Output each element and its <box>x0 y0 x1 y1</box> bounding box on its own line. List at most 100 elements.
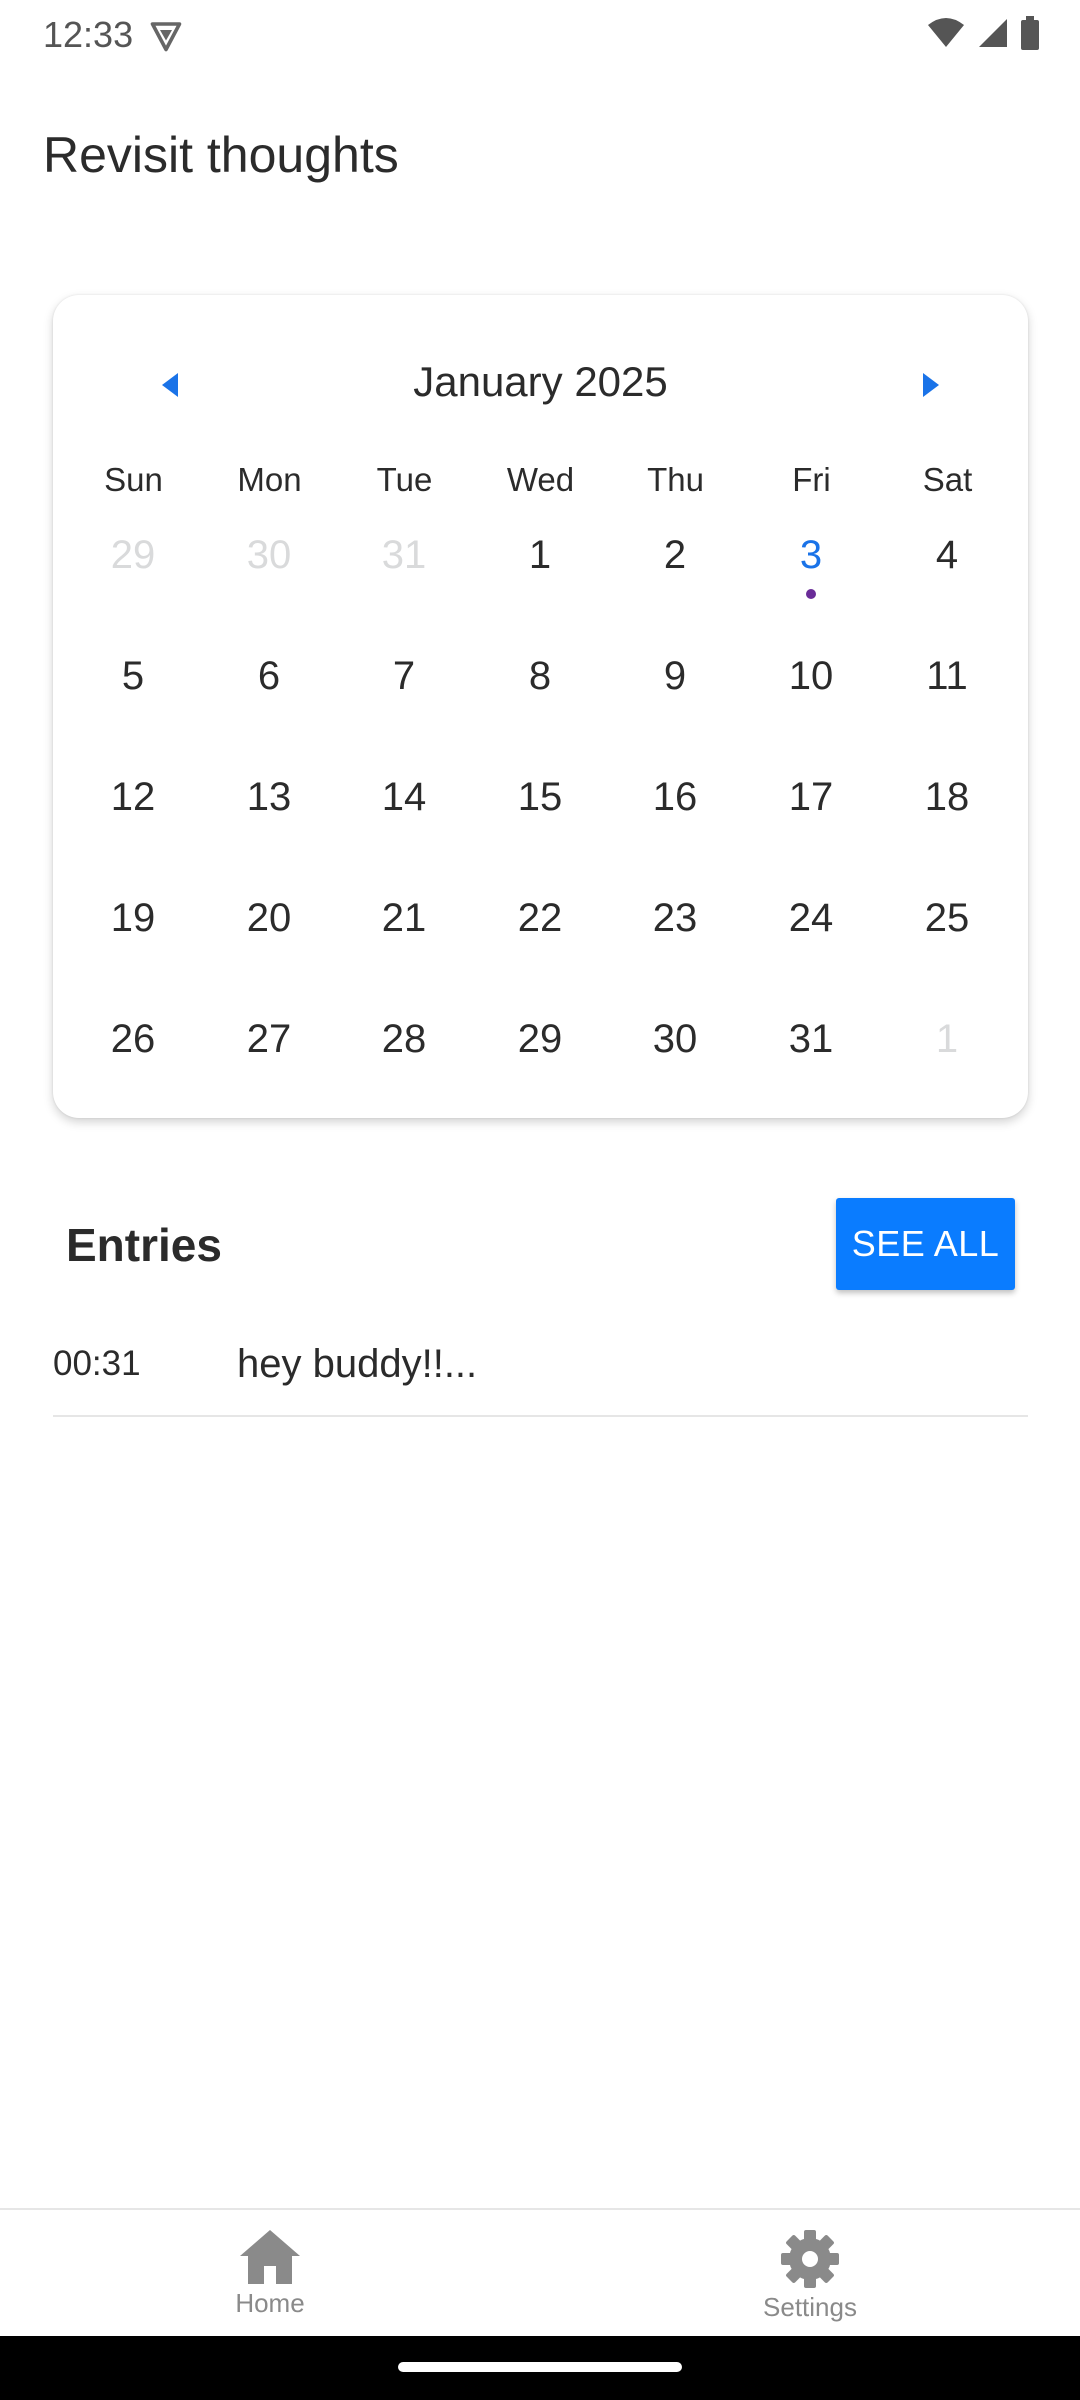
calendar-day[interactable]: 19 <box>73 888 193 988</box>
wifi-icon <box>928 18 964 47</box>
calendar-day[interactable]: 10 <box>751 646 871 746</box>
day-number: 10 <box>788 654 834 698</box>
bottom-navigation: Home Settings <box>0 2208 1080 2338</box>
status-time: 12:33 <box>43 14 134 55</box>
calendar-day[interactable]: 28 <box>344 1009 464 1109</box>
status-bar: 12:33 <box>0 0 1080 72</box>
day-number: 8 <box>528 654 552 698</box>
day-number: 13 <box>246 775 292 819</box>
day-number: 6 <box>257 654 281 698</box>
calendar-day[interactable]: 13 <box>209 767 329 867</box>
calendar-day[interactable]: 21 <box>344 888 464 988</box>
calendar-day[interactable]: 18 <box>887 767 1007 867</box>
signal-icon <box>979 19 1007 47</box>
nav-home-label: Home <box>235 2288 305 2318</box>
calendar-day[interactable]: 31 <box>751 1009 871 1109</box>
day-number: 4 <box>935 533 959 577</box>
calendar-day[interactable]: 22 <box>480 888 600 988</box>
calendar-day[interactable]: 16 <box>615 767 735 867</box>
calendar-day[interactable]: 29 <box>73 525 193 625</box>
calendar-day[interactable]: 23 <box>615 888 735 988</box>
gear-icon <box>781 2230 839 2288</box>
day-number: 14 <box>381 775 427 819</box>
nav-settings[interactable]: Settings <box>710 2228 910 2323</box>
calendar-day[interactable]: 31 <box>344 525 464 625</box>
calendar-day[interactable]: 12 <box>73 767 193 867</box>
day-number: 26 <box>110 1017 156 1061</box>
day-number: 5 <box>121 654 145 698</box>
day-number: 25 <box>924 896 970 940</box>
calendar-day[interactable]: 7 <box>344 646 464 746</box>
day-number: 12 <box>110 775 156 819</box>
calendar-day[interactable]: 15 <box>480 767 600 867</box>
gesture-handle[interactable] <box>398 2362 682 2372</box>
calendar-day[interactable]: 6 <box>209 646 329 746</box>
weekday-label: Fri <box>792 461 831 498</box>
calendar-day[interactable]: 29 <box>480 1009 600 1109</box>
calendar-day[interactable]: 2 <box>615 525 735 625</box>
calendar-day[interactable]: 20 <box>209 888 329 988</box>
day-number: 17 <box>788 775 834 819</box>
calendar-month-label: January 2025 <box>413 358 668 405</box>
calendar-day[interactable]: 5 <box>73 646 193 746</box>
calendar-day[interactable]: 30 <box>615 1009 735 1109</box>
day-number: 29 <box>517 1017 563 1061</box>
calendar-day[interactable]: 1 <box>887 1009 1007 1109</box>
nav-settings-label: Settings <box>763 2292 857 2322</box>
day-number: 1 <box>935 1017 959 1061</box>
day-number: 19 <box>110 896 156 940</box>
weekday-label: Sat <box>922 461 973 498</box>
day-number: 20 <box>246 896 292 940</box>
day-number: 11 <box>926 654 968 698</box>
day-number: 1 <box>528 533 552 577</box>
caret-right-icon <box>923 373 939 397</box>
weekday-label: Thu <box>647 461 704 498</box>
page-title: Revisit thoughts <box>43 127 399 183</box>
day-number: 7 <box>392 654 416 698</box>
gesture-navigation-bar <box>0 2336 1080 2400</box>
calendar-day[interactable]: 1 <box>480 525 600 625</box>
day-number: 30 <box>652 1017 698 1061</box>
status-icons <box>926 16 1040 50</box>
entries-heading: Entries <box>66 1219 222 1271</box>
day-number: 18 <box>924 775 970 819</box>
weekday-header: Sun Mon Tue Wed Thu Fri Sat <box>53 450 1028 510</box>
next-month-button[interactable] <box>896 350 966 420</box>
entry-preview-text: hey buddy!!... <box>237 1342 478 1386</box>
day-number: 9 <box>663 654 687 698</box>
entry-indicator-dot <box>806 589 816 599</box>
weekday-label: Tue <box>376 461 433 498</box>
nav-home[interactable]: Home <box>170 2228 370 2319</box>
calendar-day[interactable]: 24 <box>751 888 871 988</box>
day-number: 24 <box>788 896 834 940</box>
day-number: 16 <box>652 775 698 819</box>
calendar-day[interactable]: 26 <box>73 1009 193 1109</box>
weekday-label: Wed <box>506 461 575 498</box>
calendar-day[interactable]: 30 <box>209 525 329 625</box>
weekday-label: Sun <box>104 461 163 498</box>
home-icon <box>240 2230 300 2284</box>
entry-row[interactable]: 00:31 hey buddy!!... <box>53 1320 1028 1417</box>
calendar-day[interactable]: 11 <box>887 646 1007 746</box>
calendar-day[interactable]: 4 <box>887 525 1007 625</box>
see-all-button[interactable]: SEE ALL <box>836 1198 1015 1290</box>
entry-time: 00:31 <box>53 1344 141 1383</box>
calendar: January 2025 Sun Mon Tue Wed Thu Fri Sat 29 30 3… <box>53 295 1028 1118</box>
day-number: 23 <box>652 896 698 940</box>
calendar-day[interactable]: 17 <box>751 767 871 867</box>
calendar-day[interactable]: 25 <box>887 888 1007 988</box>
day-number: 30 <box>246 533 292 577</box>
vpn-shield-icon <box>150 22 182 52</box>
day-number: 29 <box>110 533 156 577</box>
calendar-day[interactable]: 8 <box>480 646 600 746</box>
day-number: 28 <box>381 1017 427 1061</box>
weekday-label: Mon <box>237 461 302 498</box>
calendar-day[interactable]: 14 <box>344 767 464 867</box>
calendar-day[interactable]: 9 <box>615 646 735 746</box>
day-number: 21 <box>381 896 427 940</box>
calendar-day[interactable]: 3 <box>751 525 871 625</box>
calendar-day[interactable]: 27 <box>209 1009 329 1109</box>
day-number: 27 <box>246 1017 292 1061</box>
day-number: 15 <box>517 775 563 819</box>
day-number: 31 <box>381 533 427 577</box>
